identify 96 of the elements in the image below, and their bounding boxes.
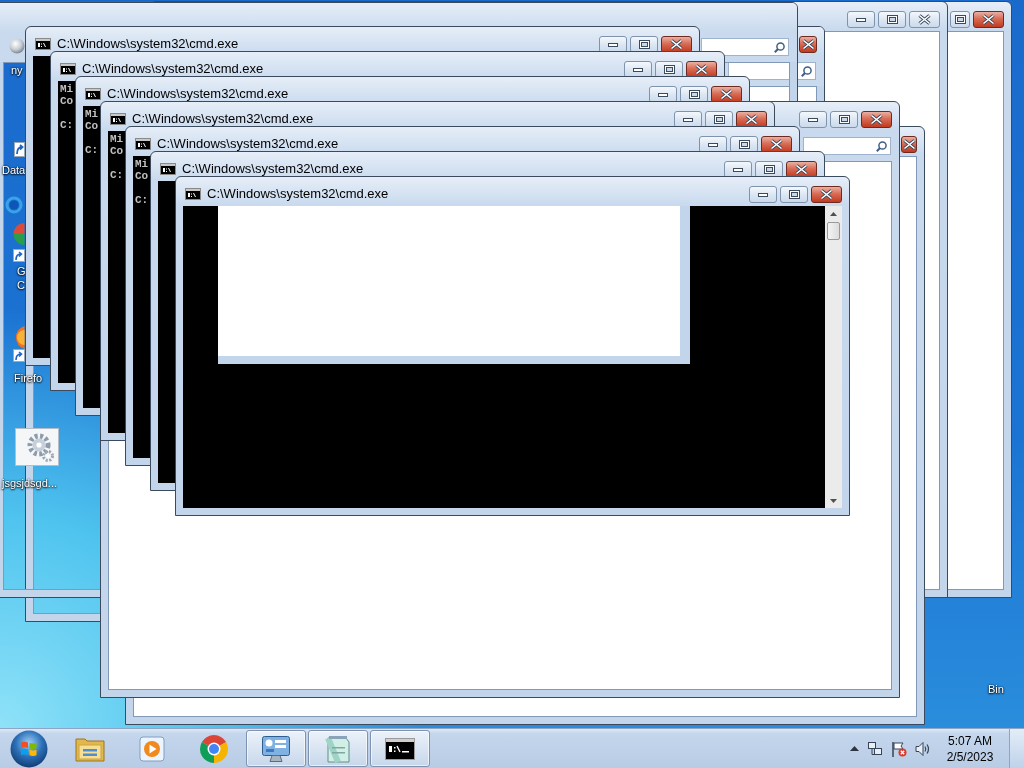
console-text: Co — [85, 120, 99, 132]
play-icon — [139, 735, 165, 762]
close-button[interactable] — [973, 11, 1004, 28]
scroll-up-arrow-icon[interactable] — [830, 212, 837, 216]
minimize-icon — [608, 42, 618, 47]
console-icon — [385, 737, 415, 760]
maximize-icon — [838, 115, 850, 124]
console-text: Mi — [135, 158, 149, 170]
browser-icon — [13, 222, 25, 262]
maximize-button[interactable] — [878, 11, 906, 28]
network-icon[interactable] — [867, 740, 883, 757]
minimize-button[interactable] — [799, 111, 827, 128]
minimize-icon — [658, 92, 668, 97]
window-title: C:\Windows\system32\cmd.exe — [57, 36, 239, 51]
window-title: C:\Windows\system32\cmd.exe — [207, 186, 389, 201]
minimize-button[interactable] — [847, 11, 875, 28]
console-icon — [160, 163, 176, 175]
close-icon — [870, 114, 883, 125]
console-text: Mi — [60, 83, 74, 95]
close-icon — [801, 39, 815, 50]
console-text: Co — [135, 170, 149, 182]
ring-icon[interactable] — [5, 196, 23, 214]
desktop-icon[interactable]: Bin — [988, 682, 1004, 696]
minimize-button[interactable] — [749, 186, 777, 203]
flag-icon[interactable] — [891, 740, 907, 757]
console-icon — [185, 188, 201, 200]
maximize-icon — [738, 140, 750, 149]
minimize-icon — [856, 17, 866, 22]
globe-shortcut-icon — [12, 325, 25, 362]
control-panel-icon — [261, 733, 291, 764]
minimize-icon — [683, 117, 693, 122]
close-icon — [982, 14, 995, 25]
window-title: C:\Windows\system32\cmd.exe — [107, 86, 289, 101]
console-icon — [110, 113, 126, 125]
desktop-icon[interactable]: ny — [9, 38, 25, 77]
scroll-down-arrow-icon[interactable] — [830, 499, 837, 503]
browser-icon — [199, 733, 229, 764]
console-icon — [35, 38, 51, 50]
minimize-icon — [733, 167, 743, 172]
console-prompt: C: — [60, 119, 74, 131]
close-button[interactable] — [909, 11, 940, 28]
console-text: Co — [110, 145, 124, 157]
search-field[interactable] — [701, 38, 789, 56]
close-button[interactable] — [901, 136, 917, 153]
close-button[interactable] — [861, 111, 892, 128]
close-icon — [902, 139, 916, 150]
taskbar-button[interactable] — [370, 730, 430, 767]
window-title: C:\Windows\system32\cmd.exe — [157, 136, 339, 151]
console-icon — [60, 63, 76, 75]
window-title: C:\Windows\system32\cmd.exe — [82, 61, 264, 76]
folder-icon — [75, 735, 105, 762]
notepad-icon — [325, 734, 351, 763]
console-prompt: C: — [85, 144, 99, 156]
maximize-button[interactable] — [950, 11, 970, 28]
window-title: C:\Windows\system32\cmd.exe — [182, 161, 364, 176]
sphere-icon — [9, 38, 25, 54]
console-icon — [85, 88, 101, 100]
maximize-icon — [663, 65, 675, 74]
scroll-thumb[interactable] — [827, 222, 840, 240]
console-prompt: C: — [135, 194, 149, 206]
maximize-icon — [788, 190, 800, 199]
clock[interactable]: 5:07 AM 2/5/2023 — [939, 732, 1001, 765]
console-text: Mi — [85, 108, 99, 120]
taskbar-button[interactable] — [246, 730, 306, 767]
show-hidden-icons-icon[interactable] — [850, 746, 859, 751]
close-icon — [820, 189, 833, 200]
console-prompt: C: — [110, 169, 124, 181]
volume-icon[interactable] — [915, 741, 931, 756]
console-text: Co — [60, 95, 74, 107]
maximize-icon — [713, 115, 725, 124]
maximize-icon — [688, 90, 700, 99]
console-icon — [135, 138, 151, 150]
desktop-icon[interactable]: Data — [2, 142, 26, 177]
shortcut-arrow-icon — [14, 142, 25, 157]
console-text: Mi — [110, 133, 124, 145]
search-icon — [774, 41, 785, 53]
minimize-icon — [808, 117, 818, 122]
close-icon — [918, 14, 931, 25]
search-icon — [801, 65, 812, 77]
minimize-icon — [633, 67, 643, 72]
maximize-icon — [954, 15, 966, 24]
maximize-icon — [886, 15, 898, 24]
minimize-icon — [758, 192, 768, 197]
start-orb-icon — [10, 729, 48, 768]
minimize-icon — [708, 142, 718, 147]
close-button[interactable] — [811, 186, 842, 203]
maximize-button[interactable] — [780, 186, 808, 203]
scrollbar[interactable] — [825, 206, 842, 508]
desktop-icon[interactable]: G C — [13, 222, 26, 292]
close-button[interactable] — [799, 36, 817, 53]
maximize-icon — [763, 165, 775, 174]
search-field[interactable] — [803, 137, 891, 155]
window-title: C:\Windows\system32\cmd.exe — [132, 111, 314, 126]
maximize-button[interactable] — [830, 111, 858, 128]
search-icon — [876, 140, 887, 152]
maximize-icon — [638, 40, 650, 49]
